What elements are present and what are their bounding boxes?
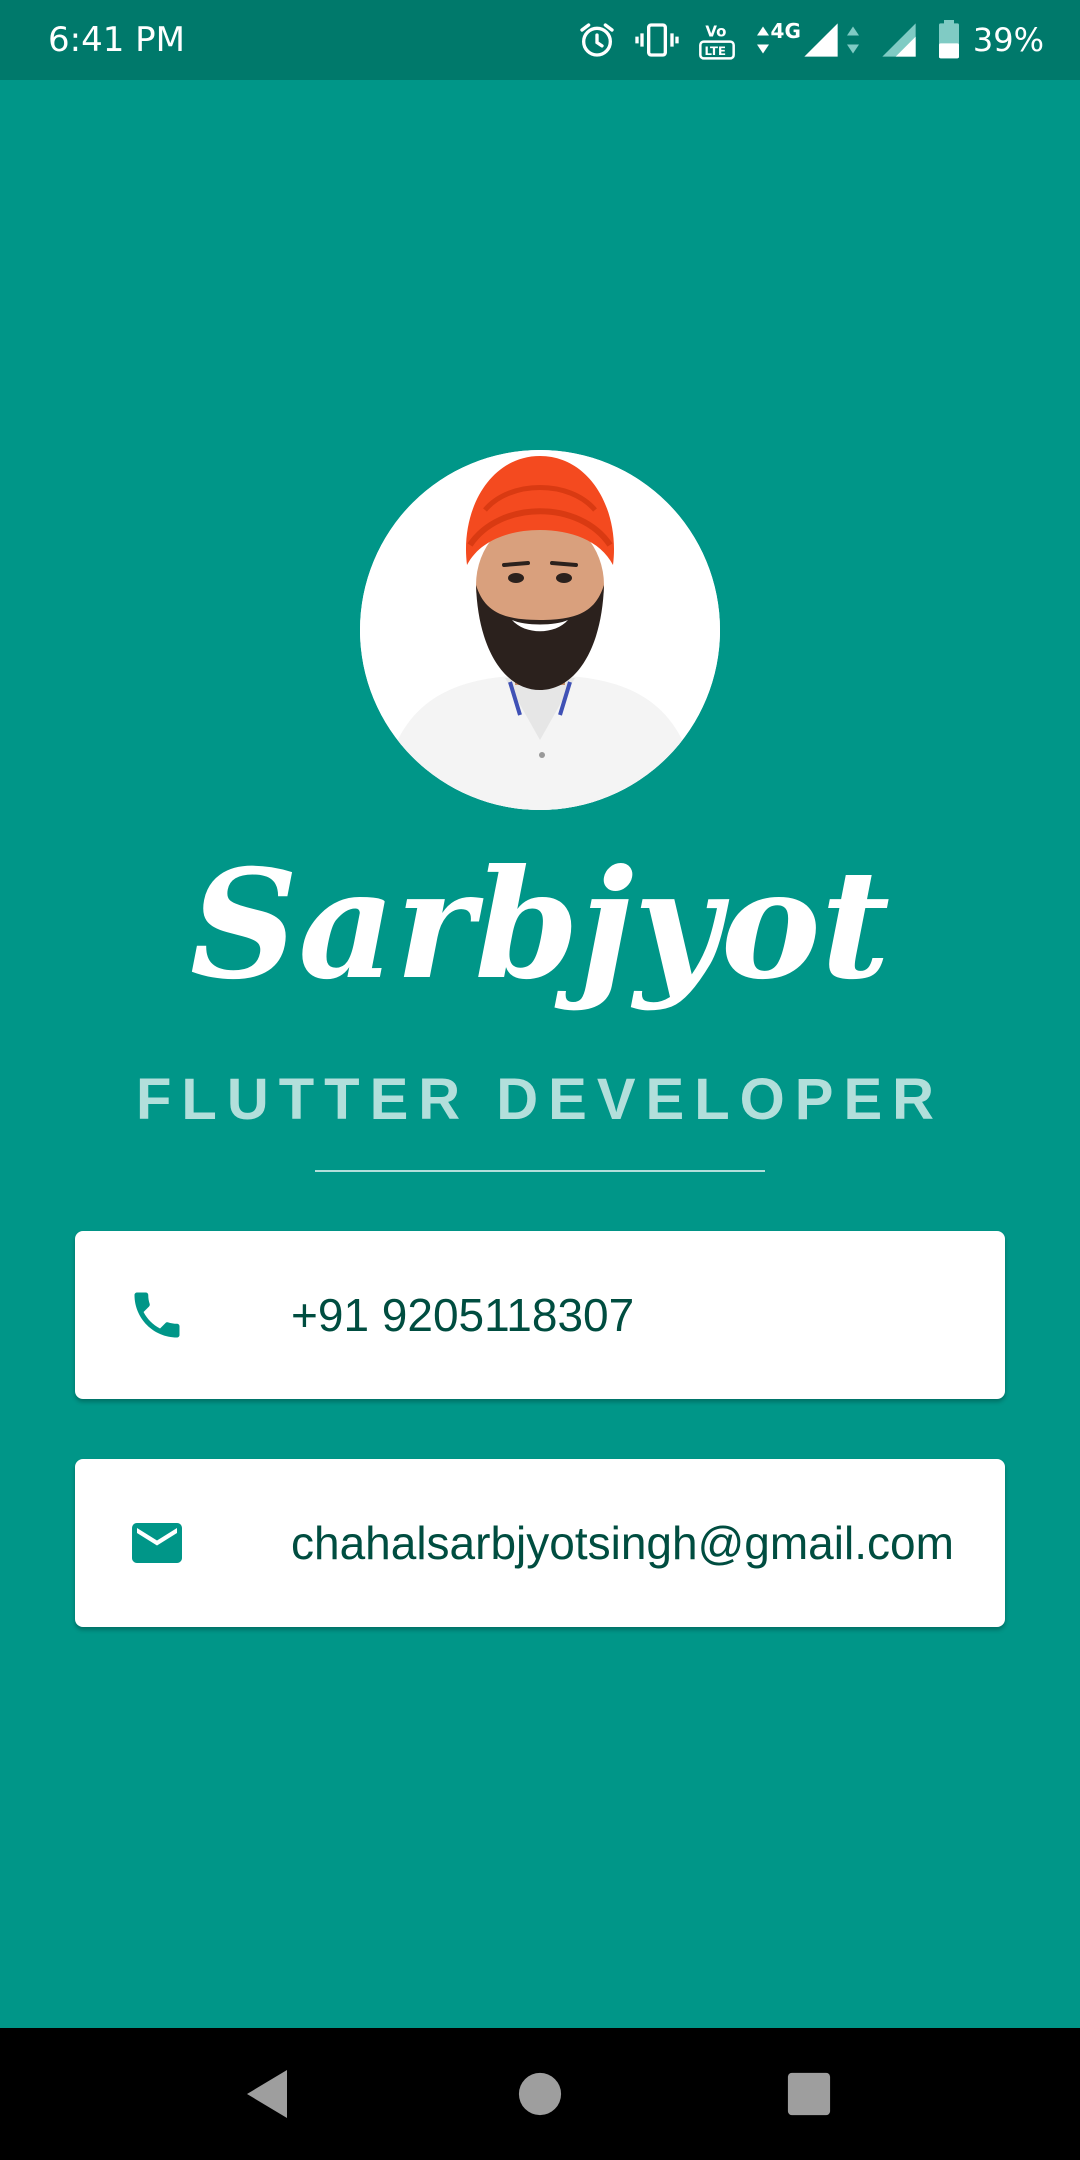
phone-card[interactable]: +91 9205118307 xyxy=(75,1231,1005,1399)
divider xyxy=(315,1170,765,1172)
back-icon[interactable] xyxy=(239,2066,295,2122)
status-bar: 6:41 PM Vo LTE 4G 39% xyxy=(0,0,1080,80)
profile-name: Sarbjyot xyxy=(189,837,891,1013)
profile-title: FLUTTER DEVELOPER xyxy=(135,1067,945,1132)
email-card[interactable]: chahalsarbjyotsingh@gmail.com xyxy=(75,1459,1005,1627)
signal-icon xyxy=(879,20,919,60)
svg-text:LTE: LTE xyxy=(704,44,725,58)
battery-icon: 39% xyxy=(937,19,1044,61)
battery-percent: 39% xyxy=(972,21,1044,59)
vibrate-icon xyxy=(634,20,679,60)
4g-data-icon: 4G xyxy=(755,19,801,58)
profile-photo xyxy=(360,450,720,810)
email-address: chahalsarbjyotsingh@gmail.com xyxy=(291,1517,954,1569)
network-type-label: 4G xyxy=(770,19,801,43)
navigation-bar xyxy=(0,2028,1080,2160)
svg-text:Vo: Vo xyxy=(705,23,726,41)
recents-icon[interactable] xyxy=(781,2066,837,2122)
status-time: 6:41 PM xyxy=(48,20,185,60)
alarm-icon xyxy=(577,20,617,60)
avatar xyxy=(360,450,720,810)
mail-icon xyxy=(127,1513,187,1573)
status-icons: Vo LTE 4G 39% xyxy=(559,14,1044,66)
volte-icon: Vo LTE xyxy=(697,18,737,62)
signal-icon xyxy=(801,20,861,60)
phone-number: +91 9205118307 xyxy=(291,1289,635,1341)
home-icon[interactable] xyxy=(512,2066,568,2122)
phone-icon xyxy=(127,1285,187,1345)
main-content: Sarbjyot FLUTTER DEVELOPER +91 920511830… xyxy=(0,80,1080,2028)
